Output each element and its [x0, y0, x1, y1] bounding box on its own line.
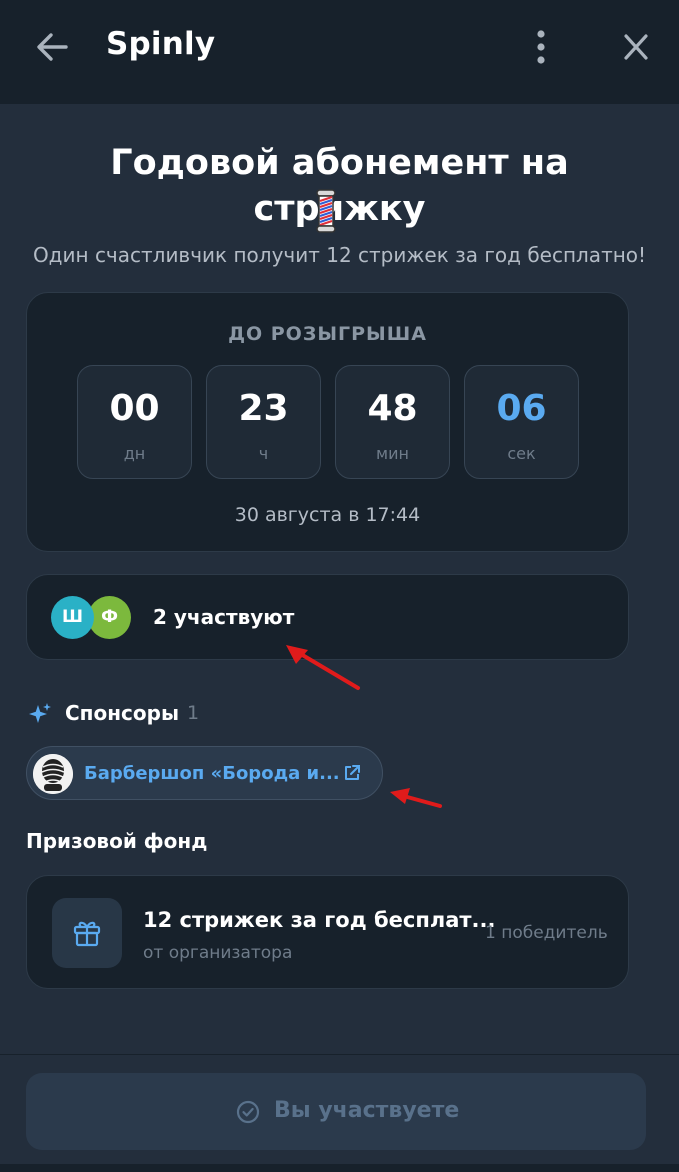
- prize-card: 12 стрижек за год бесплат... от организа…: [26, 875, 629, 989]
- sponsors-count: 1: [187, 702, 200, 724]
- external-link-icon: [345, 765, 360, 780]
- participants-count: 2 участвуют: [153, 605, 295, 629]
- prize-name: 12 стрижек за год бесплат...: [143, 908, 496, 932]
- check-circle-icon: [236, 1100, 260, 1124]
- close-icon[interactable]: [620, 32, 652, 62]
- sponsor-name: Барбершоп «Борода и...: [84, 763, 340, 784]
- giveaway-description: Один счастливчик получит 12 стрижек за г…: [32, 243, 647, 267]
- bottom-bar: [0, 1164, 679, 1172]
- countdown-days-unit: дн: [123, 444, 146, 463]
- prize-source: от организатора: [143, 943, 293, 963]
- annotation-arrow: [390, 788, 442, 808]
- sponsor-avatar: [33, 754, 73, 794]
- footer-divider: [0, 1054, 679, 1055]
- countdown-hours: 23 ч: [206, 365, 321, 479]
- barber-pole-icon: [316, 189, 336, 233]
- countdown-seconds-unit: сек: [507, 444, 536, 463]
- countdown-hours-unit: ч: [258, 444, 269, 463]
- prize-icon-tile: [52, 898, 122, 968]
- avatar: Ш: [51, 596, 94, 639]
- sparkle-icon: [29, 703, 51, 723]
- countdown-days: 00 дн: [77, 365, 192, 479]
- countdown-minutes-value: 48: [367, 388, 418, 429]
- countdown-card: ДО РОЗЫГРЫША 00 дн 23 ч 48 мин 06 сек 30…: [26, 292, 629, 552]
- countdown-days-value: 00: [109, 388, 160, 429]
- arrow-left-icon[interactable]: [34, 30, 70, 64]
- gift-icon: [73, 921, 101, 947]
- prize-fund-title: Призовой фонд: [26, 829, 208, 853]
- draw-date: 30 августа в 17:44: [234, 504, 421, 526]
- countdown-minutes-unit: мин: [376, 444, 409, 463]
- annotation-arrow: [286, 645, 360, 690]
- sponsor-chip[interactable]: Барбершоп «Борода и...: [26, 746, 383, 800]
- countdown-seconds-value: 06: [496, 388, 547, 429]
- countdown-hours-value: 23: [238, 388, 289, 429]
- countdown-label: ДО РОЗЫГРЫША: [228, 323, 427, 345]
- countdown-minutes: 48 мин: [335, 365, 450, 479]
- sponsors-title: Спонсоры: [65, 701, 180, 725]
- app-header: Spinly: [0, 0, 679, 104]
- countdown-seconds: 06 сек: [464, 365, 579, 479]
- prize-winners: 1 победитель: [485, 923, 608, 943]
- app-title: Spinly: [106, 26, 216, 62]
- more-vertical-icon[interactable]: [528, 28, 554, 66]
- participating-label: Вы участвуете: [274, 1098, 460, 1123]
- avatar: Ф: [88, 596, 131, 639]
- participating-button[interactable]: Вы участвуете: [26, 1073, 646, 1150]
